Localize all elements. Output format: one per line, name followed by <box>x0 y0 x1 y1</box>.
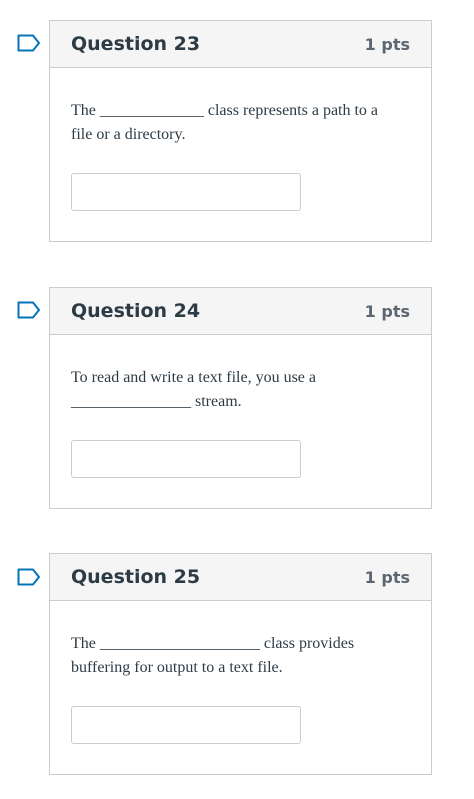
question-title: Question 25 <box>71 566 201 588</box>
question-card: Question 23 1 pts The _____________ clas… <box>49 20 432 242</box>
question-points: 1 pts <box>364 567 410 587</box>
question-text: The ____________________ class provides … <box>71 635 355 676</box>
question-points: 1 pts <box>364 34 410 54</box>
flag-question-icon[interactable] <box>17 34 41 52</box>
question-card: Question 24 1 pts To read and write a te… <box>49 287 432 509</box>
question-title: Question 24 <box>71 300 201 322</box>
flag-question-icon[interactable] <box>17 568 41 586</box>
flag-question-icon[interactable] <box>17 301 41 319</box>
question-text: The _____________ class represents a pat… <box>71 102 379 143</box>
answer-input[interactable] <box>71 440 301 478</box>
answer-input[interactable] <box>71 706 301 744</box>
question-header: Question 24 1 pts <box>50 288 431 335</box>
answer-input[interactable] <box>71 173 301 211</box>
question-header: Question 25 1 pts <box>50 554 431 601</box>
question-text: To read and write a text file, you use a… <box>71 369 317 410</box>
question-header: Question 23 1 pts <box>50 21 431 68</box>
question-points: 1 pts <box>364 301 410 321</box>
question-card: Question 25 1 pts The __________________… <box>49 553 432 775</box>
question-title: Question 23 <box>71 33 201 55</box>
